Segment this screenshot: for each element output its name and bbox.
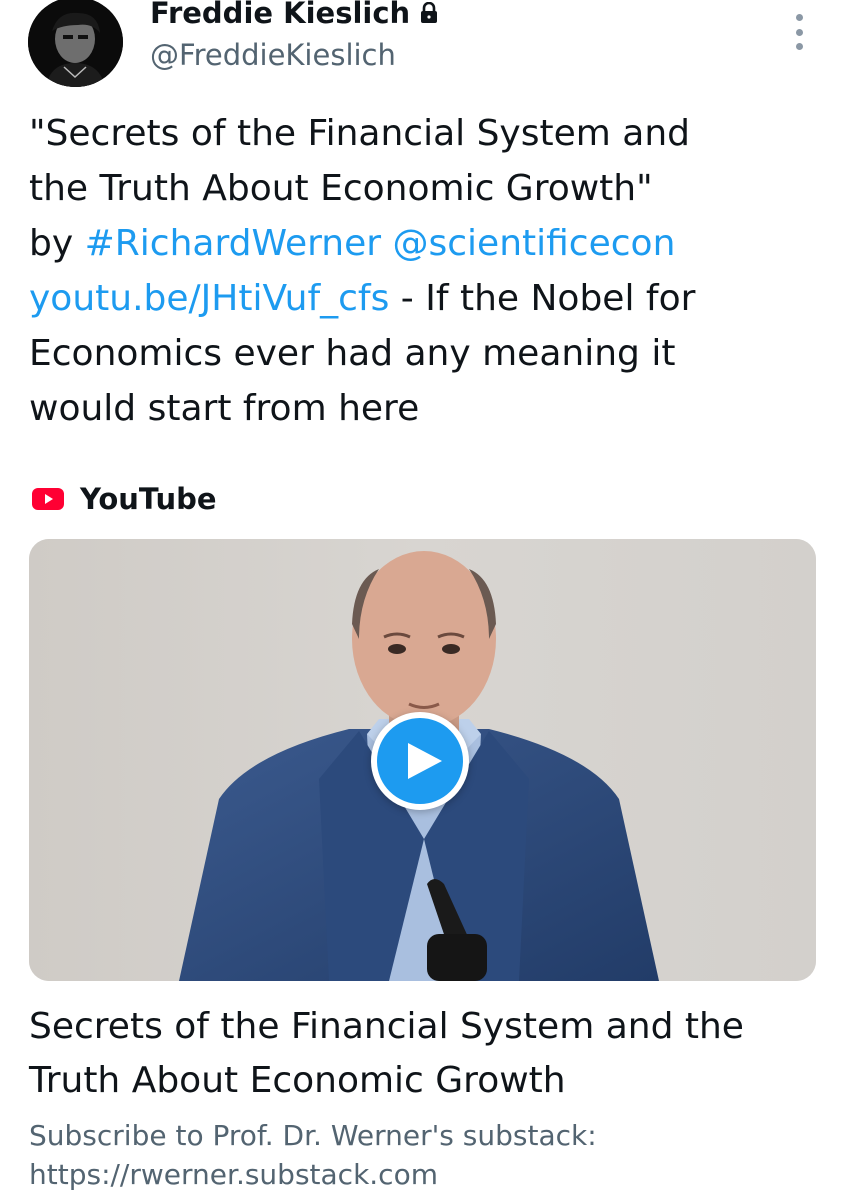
video-thumbnail[interactable]	[29, 539, 816, 981]
url-link[interactable]: youtu.be/JHtiVuf_cfs	[29, 278, 389, 319]
tweet-text-continued: - If the Nobel for	[389, 278, 696, 319]
card-description-line: https://rwerner.substack.com	[29, 1158, 438, 1191]
tweet-text-by: by	[29, 223, 85, 264]
lock-icon	[421, 2, 438, 23]
youtube-icon	[32, 488, 64, 510]
card-source: YouTube	[32, 482, 217, 516]
tweet-text: "Secrets of the Financial System and the…	[29, 106, 819, 436]
card-description-line: Subscribe to Prof. Dr. Werner's substack…	[29, 1119, 597, 1152]
tweet-line: "Secrets of the Financial System and	[29, 113, 690, 154]
more-options-icon[interactable]	[784, 14, 814, 50]
card-title-line: Secrets of the Financial System and the	[29, 1006, 744, 1047]
avatar-image	[28, 0, 123, 87]
card-title-line: Truth About Economic Growth	[29, 1060, 566, 1101]
play-icon	[408, 743, 442, 779]
tweet-line: the Truth About Economic Growth"	[29, 168, 653, 209]
hashtag-link[interactable]: #RichardWerner	[85, 223, 381, 264]
tweet-line: Economics ever had any meaning it	[29, 333, 676, 374]
mention-link[interactable]: @scientificecon	[393, 223, 676, 264]
card-source-label: YouTube	[80, 482, 217, 516]
author-display-name[interactable]: Freddie Kieslich	[150, 0, 410, 30]
card-title[interactable]: Secrets of the Financial System and the …	[29, 1000, 819, 1108]
avatar[interactable]	[28, 0, 123, 87]
tweet: Freddie Kieslich @FreddieKieslich "Secre…	[0, 0, 844, 1200]
tweet-line: youtu.be/JHtiVuf_cfs - If the Nobel for	[29, 271, 819, 326]
play-button[interactable]	[371, 712, 469, 810]
author-handle[interactable]: @FreddieKieslich	[150, 38, 396, 72]
tweet-line: would start from here	[29, 388, 420, 429]
card-description: Subscribe to Prof. Dr. Werner's substack…	[29, 1116, 819, 1194]
author-name[interactable]: Freddie Kieslich	[150, 0, 438, 30]
tweet-line: by #RichardWerner @scientificecon	[29, 216, 819, 271]
